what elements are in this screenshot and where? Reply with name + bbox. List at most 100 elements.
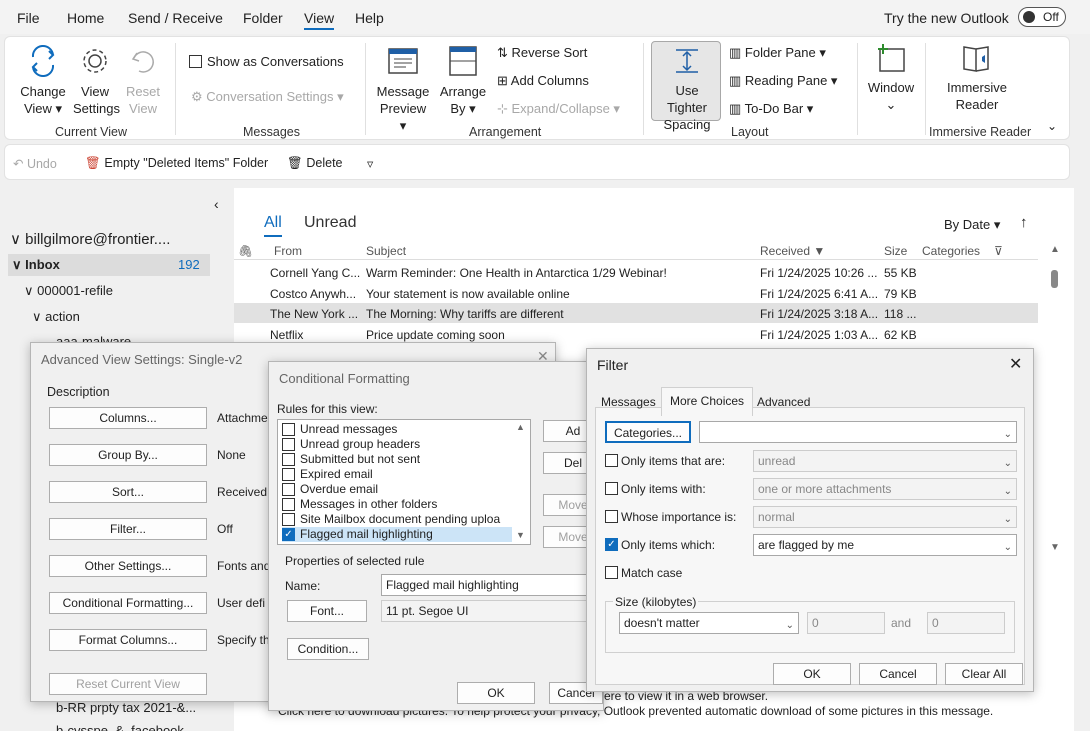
rule-item[interactable]: Expired email [282,467,512,482]
condition-button[interactable]: Condition... [287,638,369,660]
column-categories[interactable]: Categories [922,244,980,258]
rule-item[interactable]: Unread group headers [282,437,512,452]
show-as-conversations-checkbox[interactable] [189,55,202,68]
folder-bottom-1[interactable]: b-RR prpty tax 2021-&... [56,700,196,715]
scroll-thumb[interactable] [1051,270,1058,288]
column-from[interactable]: From [274,244,302,258]
menu-file[interactable]: File [17,10,40,26]
expand-collapse-button[interactable]: ⊹ Expand/Collapse ▾ [497,101,620,117]
size-to-field[interactable]: 0 [927,612,1005,634]
rule-name-field[interactable]: Flagged mail highlighting [381,574,597,596]
filter-button[interactable]: Filter... [49,518,207,540]
size-from-field[interactable]: 0 [807,612,885,634]
rule-checkbox[interactable] [282,468,295,481]
reading-pane-button[interactable]: ▥ Reading Pane ▾ [729,73,837,89]
columns-button[interactable]: Columns... [49,407,207,429]
size-select[interactable]: doesn't matter ⌄ [619,612,799,634]
reverse-sort-button[interactable]: ⇅ Reverse Sort [497,45,587,61]
folder-pane-button[interactable]: ▥ Folder Pane ▾ [729,45,826,61]
todo-bar-button[interactable]: ▥ To-Do Bar ▾ [729,101,813,117]
new-outlook-toggle[interactable]: Off [1018,7,1066,27]
rule-checkbox[interactable] [282,453,295,466]
scroll-up-icon[interactable]: ▲ [516,422,525,432]
column-subject[interactable]: Subject [366,244,406,258]
tab-unread[interactable]: Unread [304,214,356,232]
font-button[interactable]: Font... [287,600,367,622]
folder-refile[interactable]: ∨ 000001-refile [24,283,113,299]
use-tighter-spacing-button[interactable]: Use Tighter Spacing [651,41,721,132]
close-icon[interactable]: ✕ [1009,354,1022,374]
scroll-down-icon[interactable]: ▼ [516,530,525,540]
only-items-with-select[interactable]: one or more attachments ⌄ [753,478,1017,500]
scroll-down-icon[interactable]: ▼ [1050,542,1060,553]
conditional-formatting-button[interactable]: Conditional Formatting... [49,592,207,614]
delete-button[interactable]: 🗑 Delete [287,156,343,171]
importance-select[interactable]: normal ⌄ [753,506,1017,528]
reset-current-view-button[interactable]: Reset Current View [49,673,207,695]
menu-view[interactable]: View [304,10,335,30]
column-received[interactable]: Received ▼ [760,244,825,258]
sort-button[interactable]: Sort... [49,481,207,503]
menu-send-receive[interactable]: Send / Receive [128,10,223,26]
categories-field[interactable]: ⌄ [699,421,1017,443]
rule-item[interactable]: Submitted but not sent [282,452,512,467]
empty-deleted-button[interactable]: 🗑 Empty "Deleted Items" Folder [85,156,268,171]
format-columns-button[interactable]: Format Columns... [49,629,207,651]
importance-checkbox[interactable] [605,510,618,523]
arrange-by-button[interactable]: Arrange By ▾ [435,43,491,117]
rule-item[interactable]: Messages in other folders [282,497,512,512]
rule-checkbox[interactable] [282,513,295,526]
account-folder[interactable]: ∨ billgilmore@frontier.... [10,230,170,248]
filter-cancel-button[interactable]: Cancel [859,663,937,685]
undo-button[interactable]: ↶ Undo [13,156,57,171]
rule-checkbox-checked[interactable]: ✓ [282,528,295,541]
sort-direction-icon[interactable]: ↑ [1020,214,1028,231]
tab-advanced[interactable]: Advanced [757,395,810,409]
table-row[interactable]: Costco Anywh... Your statement is now av… [234,283,1038,303]
rule-item[interactable]: Overdue email [282,482,512,497]
inbox-folder[interactable]: ∨ Inbox 192 [8,254,210,276]
only-items-which-checkbox[interactable]: ✓ [605,538,618,551]
only-items-which-select[interactable]: are flagged by me ⌄ [753,534,1017,556]
rule-item-selected[interactable]: ✓ Flagged mail highlighting [282,527,512,542]
table-row[interactable]: The New York ... The Morning: Why tariff… [234,303,1038,323]
scroll-up-icon[interactable]: ▲ [1050,244,1060,255]
message-preview-button[interactable]: Message Preview ▾ [373,43,433,134]
rule-item[interactable]: Unread messages [282,422,512,437]
change-view-button[interactable]: Change View ▾ [13,43,73,117]
customize-qat-icon[interactable]: ▿ [367,156,373,171]
rule-checkbox[interactable] [282,498,295,511]
attachment-column-icon[interactable]: 🖇 [238,244,253,258]
tab-more-choices[interactable]: More Choices [661,387,754,416]
group-by-button[interactable]: Group By... [49,444,207,466]
column-size[interactable]: Size [884,244,907,258]
menu-home[interactable]: Home [67,10,104,26]
other-settings-button[interactable]: Other Settings... [49,555,207,577]
folder-aaa-malware[interactable]: aaa-malware [56,334,131,342]
immersive-reader-button[interactable]: Immersive Reader [939,41,1015,113]
reset-view-button[interactable]: Reset View [121,43,165,117]
rule-checkbox[interactable] [282,423,295,436]
sort-dropdown[interactable]: By Date ▾ [944,217,1000,233]
clear-all-button[interactable]: Clear All [945,663,1023,685]
window-button[interactable]: Window ⌄ [863,41,919,113]
table-row[interactable]: Netflix Price update coming soon Fri 1/2… [234,324,1038,344]
tab-all[interactable]: All [264,214,282,237]
rule-checkbox[interactable] [282,438,295,451]
table-row[interactable]: Cornell Yang C... Warm Reminder: One Hea… [234,262,1038,282]
match-case-checkbox[interactable] [605,566,618,579]
folder-action[interactable]: ∨ action [32,309,80,325]
folder-bottom-2[interactable]: b-cvsspe_&_facebook [56,723,184,731]
tab-messages[interactable]: Messages [601,395,656,409]
cf-ok-button[interactable]: OK [457,682,535,704]
only-items-with-checkbox[interactable] [605,482,618,495]
conversation-settings-button[interactable]: ⚙ Conversation Settings ▾ [191,89,344,105]
rule-checkbox[interactable] [282,483,295,496]
only-items-that-are-checkbox[interactable] [605,454,618,467]
rule-item[interactable]: Site Mailbox document pending uploa [282,512,512,527]
filter-ok-button[interactable]: OK [773,663,851,685]
collapse-ribbon-chevron-icon[interactable]: ⌄ [1047,119,1057,133]
menu-folder[interactable]: Folder [243,10,283,26]
add-columns-button[interactable]: ⊞ Add Columns [497,73,589,89]
categories-button[interactable]: Categories... [605,421,691,443]
